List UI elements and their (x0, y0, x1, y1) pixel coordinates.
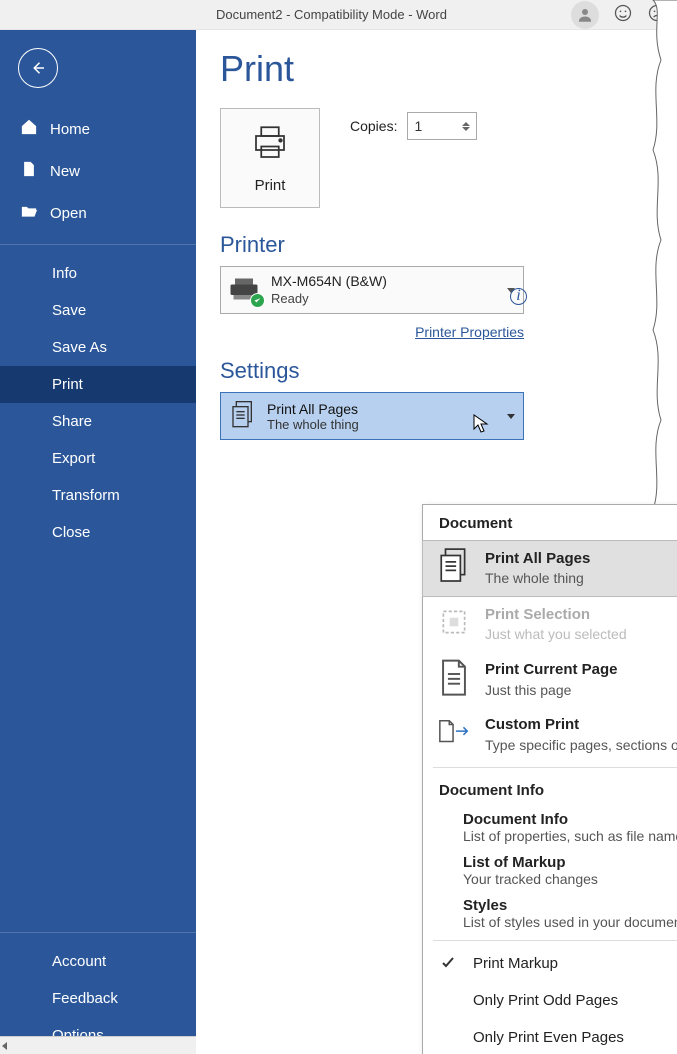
copies-stepper[interactable]: 1 (407, 112, 477, 140)
dropdown-item-sub: Type specific pages, sections or ranges (485, 736, 677, 755)
dropdown-item-title: Document Info (463, 811, 677, 828)
dropdown-item-sub: List of properties, such as file name, a… (463, 828, 677, 844)
sidebar-item-label: Open (50, 205, 87, 222)
dropdown-item-title: Print Current Page (485, 660, 618, 680)
cursor-icon (473, 414, 489, 437)
user-avatar-icon[interactable] (571, 1, 599, 29)
printer-name: MX-M654N (B&W) (271, 272, 387, 290)
printer-section-title: Printer (220, 232, 677, 258)
print-page: Print Print Copies: (196, 30, 677, 1054)
dropdown-toggle-label: Only Print Odd Pages (473, 992, 618, 1009)
sidebar-item-label: Transform (52, 487, 120, 504)
frown-icon[interactable] (647, 3, 667, 26)
dropdown-item-title: Print All Pages (485, 549, 590, 569)
dropdown-toggle-even-pages[interactable]: Only Print Even Pages (423, 1019, 677, 1054)
scroll-left-icon (2, 1042, 7, 1050)
dropdown-item-title: Print Selection (485, 605, 627, 625)
horizontal-scrollbar[interactable] (0, 1036, 196, 1054)
status-ok-icon (250, 293, 265, 308)
dropdown-item-sub: Just what you selected (485, 625, 627, 644)
sidebar-item-close[interactable]: Close (0, 514, 196, 551)
custom-print-icon (437, 715, 471, 749)
check-icon (437, 956, 459, 970)
page-title: Print (220, 48, 677, 90)
dropdown-item-list-of-markup[interactable]: List of Markup Your tracked changes (423, 850, 677, 893)
sidebar-item-label: Feedback (52, 990, 118, 1007)
dropdown-item-sub: The whole thing (485, 569, 590, 588)
dropdown-item-sub: List of styles used in your document (463, 914, 677, 930)
settings-selected-sub: The whole thing (267, 417, 359, 432)
print-button-label: Print (255, 177, 286, 194)
printer-info-icon[interactable]: i (510, 288, 527, 305)
page-icon (437, 660, 471, 694)
print-what-select[interactable]: Print All Pages The whole thing (220, 392, 524, 440)
dropdown-section-document: Document (423, 505, 677, 540)
document-stack-icon (437, 549, 471, 583)
sidebar-item-label: Save As (52, 339, 107, 356)
sidebar-item-label: Info (52, 265, 77, 282)
dropdown-item-print-selection: Print Selection Just what you selected (423, 597, 677, 652)
dropdown-item-sub: Your tracked changes (463, 871, 677, 887)
sidebar-item-label: Export (52, 450, 95, 467)
dropdown-toggle-print-markup[interactable]: Print Markup (423, 945, 677, 982)
sidebar-item-label: Print (52, 376, 83, 393)
sidebar-item-export[interactable]: Export (0, 440, 196, 477)
printer-device-icon (229, 276, 261, 304)
copies-label: Copies: (350, 118, 397, 134)
dropdown-item-document-info[interactable]: Document Info List of properties, such a… (423, 807, 677, 850)
print-button[interactable]: Print (220, 108, 320, 208)
smile-icon[interactable] (613, 3, 633, 26)
sidebar-item-account[interactable]: Account (0, 943, 196, 980)
spinner-icon (462, 122, 470, 131)
sidebar-item-info[interactable]: Info (0, 255, 196, 292)
sidebar-item-label: Home (50, 121, 90, 138)
sidebar-item-transform[interactable]: Transform (0, 477, 196, 514)
document-stack-icon (229, 400, 257, 433)
dropdown-toggle-label: Print Markup (473, 955, 558, 972)
sidebar-item-open[interactable]: Open (0, 192, 196, 234)
chevron-down-icon (507, 414, 515, 419)
dropdown-item-custom-print[interactable]: Custom Print Type specific pages, sectio… (423, 707, 677, 762)
sidebar-item-label: Save (52, 302, 86, 319)
dropdown-toggle-label: Only Print Even Pages (473, 1029, 624, 1046)
sidebar-item-print[interactable]: Print (0, 366, 196, 403)
backstage-sidebar: Home New Open Info Save Save As Print Sh… (0, 30, 196, 1054)
sidebar-item-label: Account (52, 953, 106, 970)
sidebar-item-save[interactable]: Save (0, 292, 196, 329)
selection-icon (437, 605, 471, 639)
sidebar-item-label: Close (52, 524, 90, 541)
dropdown-item-title: List of Markup (463, 854, 677, 871)
sidebar-item-label: Share (52, 413, 92, 430)
dropdown-toggle-odd-pages[interactable]: Only Print Odd Pages (423, 982, 677, 1019)
sidebar-item-home[interactable]: Home (0, 108, 196, 150)
window-title: Document2 - Compatibility Mode - Word (206, 7, 571, 22)
dropdown-item-title: Custom Print (485, 715, 677, 735)
printer-properties-link[interactable]: Printer Properties (220, 324, 524, 340)
printer-icon (249, 122, 291, 167)
dropdown-item-title: Styles (463, 897, 677, 914)
dropdown-item-styles[interactable]: Styles List of styles used in your docum… (423, 893, 677, 936)
dropdown-item-print-current-page[interactable]: Print Current Page Just this page (423, 652, 677, 707)
settings-selected-title: Print All Pages (267, 401, 359, 417)
dropdown-item-print-all-pages[interactable]: Print All Pages The whole thing (422, 540, 677, 597)
sidebar-item-feedback[interactable]: Feedback (0, 980, 196, 1017)
printer-status: Ready (271, 291, 387, 308)
settings-section-title: Settings (220, 358, 677, 384)
folder-open-icon (20, 202, 38, 224)
sidebar-item-share[interactable]: Share (0, 403, 196, 440)
titlebar: Document2 - Compatibility Mode - Word (0, 0, 677, 30)
print-what-dropdown: Document Print All Pages The whole thing (422, 504, 677, 1054)
file-icon (20, 160, 38, 182)
sidebar-item-new[interactable]: New (0, 150, 196, 192)
sidebar-item-save-as[interactable]: Save As (0, 329, 196, 366)
printer-select[interactable]: MX-M654N (B&W) Ready (220, 266, 524, 314)
sidebar-item-label: New (50, 163, 80, 180)
back-button[interactable] (18, 48, 58, 88)
copies-value: 1 (414, 118, 422, 134)
dropdown-section-document-info: Document Info (423, 772, 677, 807)
dropdown-item-sub: Just this page (485, 681, 618, 700)
home-icon (20, 118, 38, 140)
